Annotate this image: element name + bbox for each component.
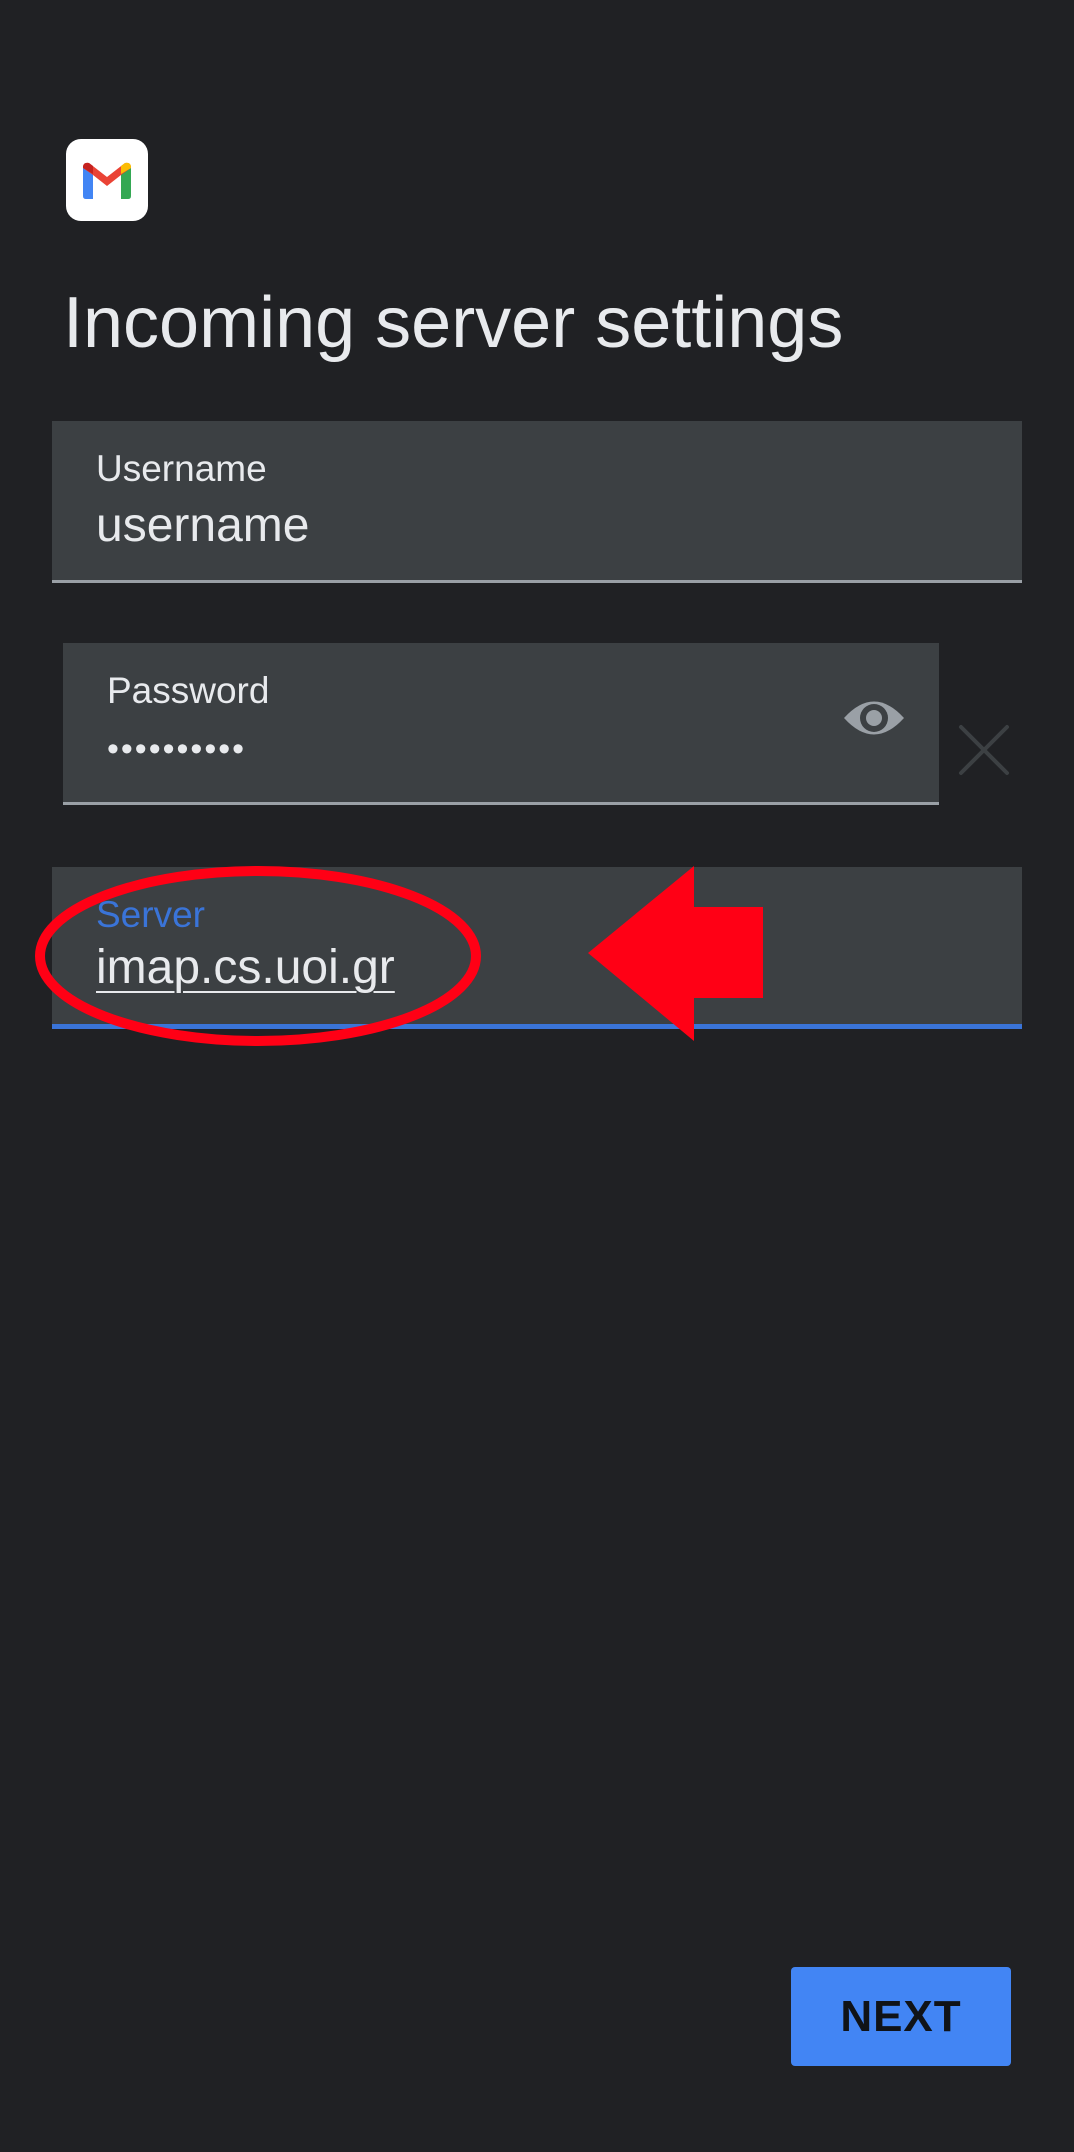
password-label: Password <box>107 670 270 711</box>
server-label: Server <box>96 894 205 935</box>
page-title: Incoming server settings <box>63 283 844 363</box>
password-field[interactable]: Password •••••••••• <box>63 643 939 805</box>
server-field[interactable]: Server imap.cs.uoi.gr <box>52 867 1022 1029</box>
username-value[interactable]: username <box>96 497 309 555</box>
eye-icon[interactable] <box>842 693 906 743</box>
gmail-icon <box>83 162 131 199</box>
server-value[interactable]: imap.cs.uoi.gr <box>96 939 395 997</box>
gmail-logo <box>66 139 148 221</box>
password-value[interactable]: •••••••••• <box>107 729 246 769</box>
close-icon[interactable] <box>957 723 1011 777</box>
username-field[interactable]: Username username <box>52 421 1022 583</box>
username-label: Username <box>96 448 267 489</box>
next-button[interactable]: NEXT <box>791 1967 1011 2066</box>
